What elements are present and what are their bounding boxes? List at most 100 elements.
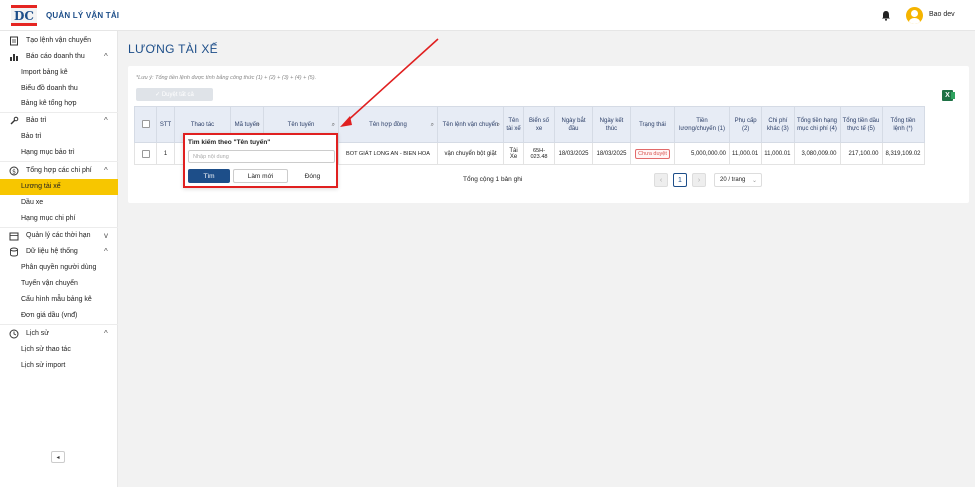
sidebar-item-label: Cấu hình mẫu bảng kê — [21, 296, 92, 303]
sidebar-item-template-config[interactable]: Cấu hình mẫu bảng kê — [0, 292, 118, 308]
column-header-contract: Tên hợp đồng ⌕ — [338, 106, 438, 143]
sidebar-item-label: Lương tài xế — [21, 183, 61, 190]
sidebar-item-cost-category[interactable]: Hạng mục chi phí — [0, 211, 118, 227]
sidebar: Tạo lệnh vận chuyển Báo cáo doanh thu ^ … — [0, 31, 118, 487]
sidebar-group-system-data[interactable]: Dữ liệu hệ thống ^ — [0, 244, 118, 260]
page-size-value: 20 / trang — [720, 177, 746, 183]
sidebar-group-costs[interactable]: $ Tổng hợp các chi phí ^ — [0, 163, 118, 179]
sidebar-group-label: Quản lý các thời hạn — [26, 232, 91, 239]
sidebar-item-label: Bảng kê tổng hợp — [21, 100, 77, 107]
logo-icon[interactable]: DC — [11, 5, 37, 26]
cell-allowance: 11,000.01 — [728, 142, 763, 165]
cell-salary: 5,000,000.00 — [674, 142, 730, 165]
sidebar-item-revenue-chart[interactable]: Biểu đồ doanh thu — [0, 81, 118, 97]
sidebar-group-history[interactable]: Lịch sử ^ — [0, 326, 118, 342]
chevron-up-icon: ^ — [104, 166, 108, 175]
sidebar-group-deadlines[interactable]: Quản lý các thời hạn v — [0, 228, 118, 244]
route-search-popup: Tìm kiếm theo "Tên tuyến" Nhập nội dung … — [183, 133, 338, 188]
search-input[interactable]: Nhập nội dung — [188, 150, 335, 163]
sidebar-group-label: Tạo lệnh vận chuyển — [26, 37, 91, 44]
sidebar-group-create-order[interactable]: Tạo lệnh vận chuyển — [0, 33, 118, 49]
sidebar-item-summary[interactable]: Bảng kê tổng hợp — [0, 96, 118, 112]
sidebar-group-label: Báo cáo doanh thu — [26, 53, 85, 60]
page-size-select[interactable]: 20 / trang ⌄ — [714, 173, 762, 187]
sidebar-item-action-history[interactable]: Lịch sử thao tác — [0, 342, 118, 358]
sidebar-item-import[interactable]: Import bảng kê — [0, 65, 118, 81]
column-header: STT — [156, 106, 175, 143]
page-1-button[interactable]: 1 — [673, 173, 687, 187]
column-header: Tiền lương/chuyến (1) — [674, 106, 730, 143]
select-all-header[interactable] — [134, 106, 157, 143]
status-badge: Chưa duyệt — [635, 148, 670, 159]
database-icon — [10, 247, 18, 257]
reset-button[interactable]: Làm mới — [233, 169, 288, 183]
sidebar-item-fuel[interactable]: Dầu xe — [0, 195, 118, 211]
column-header: Tổng tiền dầu thực tế (5) — [839, 106, 883, 143]
cell-driver: Tài Xe — [503, 142, 524, 165]
user-name[interactable]: Bao dev — [929, 11, 955, 18]
sidebar-item-label: Đơn giá dầu (vnđ) — [21, 312, 78, 319]
sidebar-item-label: Import bảng kê — [21, 69, 68, 76]
sidebar-item-label: Tuyến vận chuyển — [21, 280, 78, 287]
column-header: Ngày kết thúc — [592, 106, 631, 143]
popup-title: Tìm kiếm theo "Tên tuyến" — [188, 139, 271, 146]
close-button[interactable]: Đóng — [290, 169, 335, 183]
sidebar-item-label: Bảo trì — [21, 133, 42, 140]
svg-text:$: $ — [12, 168, 16, 175]
chevron-down-icon: v — [104, 231, 108, 240]
column-header-label: Tên hợp đồng — [369, 121, 407, 128]
collapse-sidebar-button[interactable]: ◂ — [51, 451, 65, 463]
bell-icon[interactable] — [881, 10, 891, 21]
column-header: Phụ cấp (2) — [728, 106, 763, 143]
column-header-order: Tên lệnh vận chuyển ⌕ — [437, 106, 504, 143]
avatar[interactable] — [906, 7, 923, 24]
sidebar-item-label: Lịch sử thao tác — [21, 346, 71, 353]
prev-page-button[interactable]: ‹ — [654, 173, 668, 187]
cell-other: 11,000.01 — [761, 142, 795, 165]
search-icon[interactable]: ⌕ — [257, 121, 260, 129]
total-records: Tổng cộng 1 bản ghi — [463, 176, 523, 183]
cell-start-date: 18/03/2025 — [554, 142, 593, 165]
excel-export-icon[interactable]: X — [942, 90, 955, 101]
sidebar-group-label: Dữ liệu hệ thống — [26, 248, 78, 255]
top-bar: DC QUẢN LÝ VẬN TẢI Bao dev — [0, 0, 975, 31]
sidebar-item-maintenance[interactable]: Bảo trì — [0, 129, 118, 145]
divider — [0, 161, 118, 162]
column-header-label: Tên lệnh vận chuyển — [442, 121, 499, 128]
cell-order-total: 8,319,109.02 — [881, 142, 925, 165]
sidebar-item-label: Lịch sử import — [21, 362, 66, 369]
next-page-button[interactable]: › — [692, 173, 706, 187]
sidebar-group-label: Lịch sử — [26, 330, 49, 337]
approve-all-button[interactable]: ✓ Duyệt tất cả — [136, 88, 213, 101]
chevron-up-icon: ^ — [104, 329, 108, 338]
row-checkbox[interactable] — [141, 149, 150, 158]
sidebar-group-revenue[interactable]: Báo cáo doanh thu ^ — [0, 49, 118, 65]
sidebar-item-import-history[interactable]: Lịch sử import — [0, 358, 118, 374]
chevron-up-icon: ^ — [104, 52, 108, 61]
cell-order: vận chuyển bột giặt — [437, 142, 504, 165]
sidebar-group-label: Bảo trì — [26, 117, 47, 124]
dollar-icon: $ — [9, 166, 19, 176]
sidebar-item-routes[interactable]: Tuyến vận chuyển — [0, 276, 118, 292]
search-icon[interactable]: ⌕ — [332, 121, 335, 129]
sidebar-item-label: Dầu xe — [21, 199, 44, 206]
cell-status: Chưa duyệt — [630, 142, 675, 165]
chevron-down-icon: ⌄ — [751, 178, 757, 184]
row-select-cell[interactable] — [134, 142, 157, 165]
cell-contract: BOT GIÁT LONG AN - BIEN HOA — [338, 142, 438, 165]
search-button[interactable]: Tìm — [188, 169, 230, 183]
select-all-checkbox[interactable] — [141, 120, 150, 129]
column-header: Biển số xe — [523, 106, 555, 143]
page-title: LƯƠNG TÀI XẾ — [128, 42, 218, 56]
calendar-icon — [9, 232, 19, 241]
sidebar-item-maintenance-category[interactable]: Hạng mục bảo trì — [0, 145, 118, 161]
chevron-up-icon: ^ — [104, 247, 108, 256]
column-header: Chi phí khác (3) — [761, 106, 795, 143]
sidebar-item-permissions[interactable]: Phân quyền người dùng — [0, 260, 118, 276]
cell-stt: 1 — [156, 142, 175, 165]
sidebar-group-maintenance[interactable]: Bảo trì ^ — [0, 113, 118, 129]
sidebar-item-fuel-price[interactable]: Đơn giá dầu (vnđ) — [0, 308, 118, 324]
search-icon[interactable]: ⌕ — [431, 121, 434, 129]
sidebar-item-driver-salary[interactable]: Lương tài xế — [0, 179, 118, 195]
search-icon[interactable]: ⌕ — [497, 121, 500, 129]
